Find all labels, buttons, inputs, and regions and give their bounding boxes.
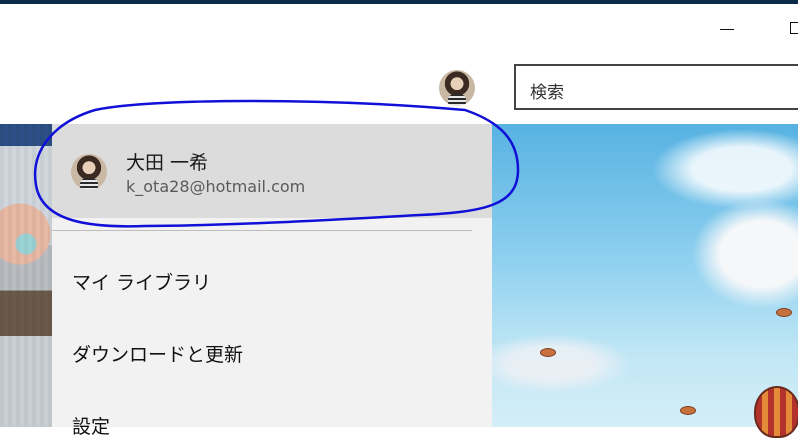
account-name: 大田 一希 (126, 152, 209, 174)
user-avatar-icon[interactable] (439, 70, 475, 106)
menu-item-settings[interactable]: 設定 (72, 412, 110, 439)
search-placeholder: 検索 (530, 83, 564, 103)
menu-item-downloads-updates[interactable]: ダウンロードと更新 (72, 340, 243, 367)
hot-air-balloon-image (754, 386, 798, 438)
menu-divider (52, 230, 472, 231)
maximize-icon[interactable] (782, 14, 798, 44)
account-avatar-icon (71, 154, 107, 190)
title-bar-accent (0, 0, 798, 4)
search-input[interactable]: 検索 (514, 64, 798, 110)
game-artwork-left (0, 124, 52, 427)
game-artwork-right (492, 124, 798, 438)
floating-coin-image (540, 348, 556, 357)
floating-coin-image (680, 406, 696, 415)
menu-item-my-library[interactable]: マイ ライブラリ (72, 268, 211, 295)
account-card[interactable]: 大田 一希 k_ota28@hotmail.com (52, 124, 492, 218)
floating-coin-image (776, 308, 792, 317)
minimize-icon[interactable] (712, 14, 742, 44)
account-email: k_ota28@hotmail.com (126, 177, 306, 196)
account-menu: 大田 一希 k_ota28@hotmail.com マイ ライブラリ ダウンロー… (52, 124, 492, 438)
